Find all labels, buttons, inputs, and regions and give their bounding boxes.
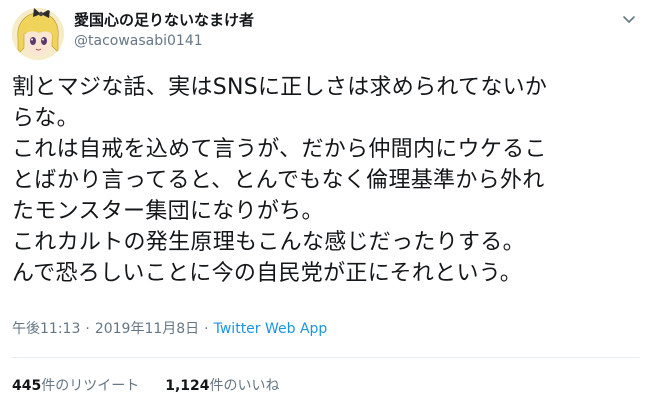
tweet-metadata: 午後11:13 · 2019年11月8日 · Twitter Web App [12, 320, 327, 338]
tweet-text-line: これは自戒を込めて言うが、だから仲間内にウケるこ [12, 137, 547, 162]
likes-count: 1,124 [165, 378, 210, 394]
retweets-stat[interactable]: 445件のリツイート [12, 377, 139, 395]
meta-separator: · [85, 321, 90, 337]
engagement-stats: 445件のリツイート 1,124件のいいね [12, 377, 280, 395]
tweet-text-line: たモンスター集団になりがち。 [12, 199, 324, 224]
divider [12, 357, 640, 358]
tweet-text-line: とばかり言ってると、とんでもなく倫理基準から外れ [12, 168, 545, 193]
user-handle[interactable]: @tacowasabi0141 [74, 31, 254, 51]
tweet-date[interactable]: 2019年11月8日 [95, 321, 199, 337]
tweet-source-link[interactable]: Twitter Web App [214, 321, 328, 337]
meta-separator: · [204, 321, 209, 337]
retweets-label: 件のリツイート [41, 378, 140, 394]
tweet-text-line: んで恐ろしいことに今の自民党が正にそれという。 [12, 261, 523, 286]
user-info[interactable]: 愛国心の足りないなまけ者 @tacowasabi0141 [74, 10, 254, 51]
chevron-down-icon [623, 16, 635, 23]
tweet-time[interactable]: 午後11:13 [12, 321, 80, 337]
retweets-count: 445 [12, 378, 42, 394]
tweet-text-line: 割とマジな話、実はSNSに正しさは求められてないか [12, 75, 548, 100]
avatar[interactable] [12, 8, 64, 60]
avatar-illustration [12, 8, 64, 60]
tweet-text-line: これカルトの発生原理もこんな感じだったりする。 [12, 230, 525, 255]
more-options-button[interactable] [620, 10, 638, 28]
tweet-text-line: らな。 [12, 106, 79, 131]
display-name[interactable]: 愛国心の足りないなまけ者 [74, 10, 254, 30]
tweet-text: 割とマジな話、実はSNSに正しさは求められてないか らな。 これは自戒を込めて言… [12, 72, 642, 289]
likes-label: 件のいいね [209, 378, 280, 394]
likes-stat[interactable]: 1,124件のいいね [165, 377, 279, 395]
